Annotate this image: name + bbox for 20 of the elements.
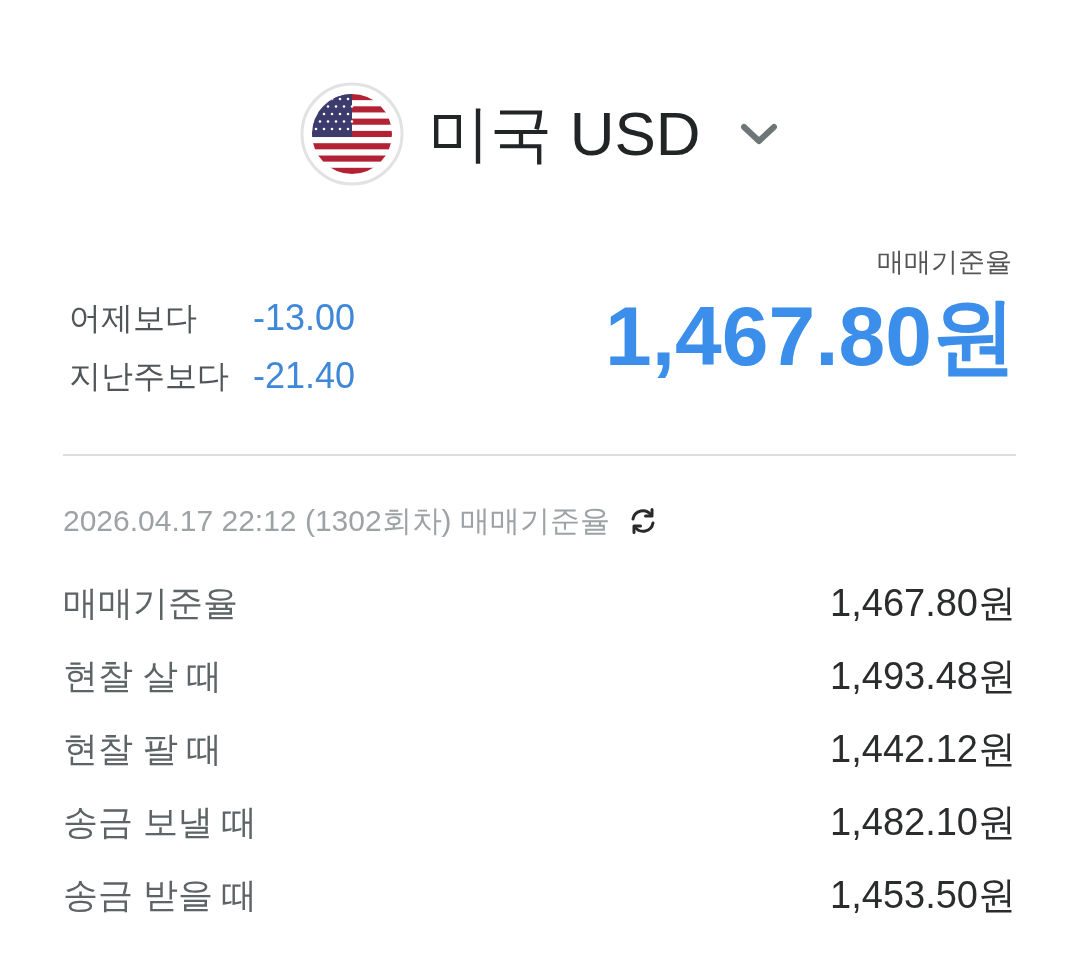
currency-title[interactable]: 미국 USD <box>428 103 701 165</box>
rate-type-label: 송금 보낼 때 <box>63 801 258 843</box>
change-value: -21.40 <box>253 356 356 396</box>
rate-amount: 1,453.50원 <box>830 873 1016 918</box>
us-flag-icon <box>300 82 405 186</box>
rate-type-label: 송금 받을 때 <box>63 874 258 916</box>
exchange-rate-value: 1,467.80원 <box>605 288 1016 384</box>
rate-amount: 1,442.12원 <box>830 727 1016 772</box>
rate-label: 매매기준율 <box>877 246 1012 279</box>
update-timestamp: 2026.04.17 22:12 (1302회차) 매매기준율 <box>63 503 610 539</box>
rate-amount: 1,482.10원 <box>830 800 1016 845</box>
chevron-down-icon[interactable] <box>738 122 779 146</box>
rate-amount: 1,493.48원 <box>830 654 1016 699</box>
rate-type-label: 현찰 살 때 <box>63 655 223 697</box>
rate-amount: 1,467.80원 <box>830 581 1016 626</box>
rate-type-label: 현찰 팔 때 <box>63 728 223 770</box>
rate-type-label: 매매기준율 <box>63 582 238 624</box>
change-value: -13.00 <box>253 298 356 338</box>
change-label: 지난주보다 <box>69 357 230 396</box>
change-label: 어제보다 <box>69 299 198 338</box>
